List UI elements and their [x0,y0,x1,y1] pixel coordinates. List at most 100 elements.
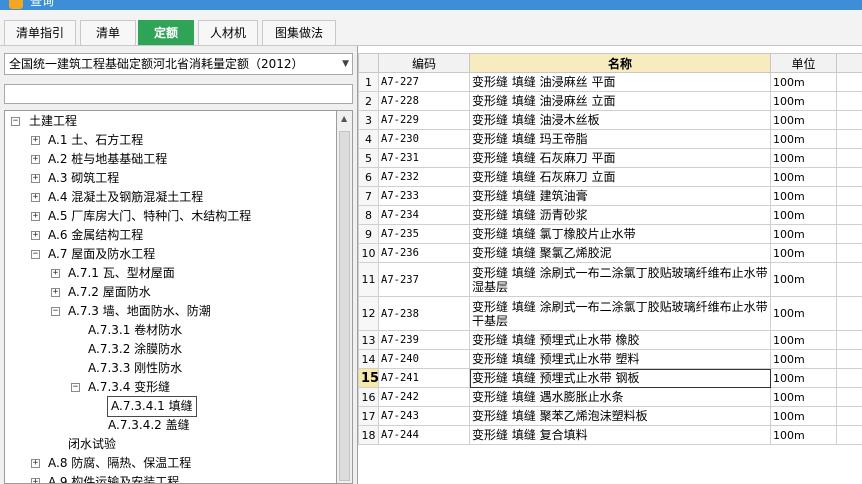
row-index[interactable]: 12 [358,296,379,331]
code-cell[interactable]: A7-233 [378,186,470,206]
tree-node[interactable]: A.4 混凝土及钢筋混凝土工程 [48,188,203,207]
name-cell[interactable]: 变形缝 填缝 油浸麻丝 平面 [469,72,771,92]
row-index[interactable]: 8 [358,205,379,225]
code-cell[interactable]: A7-232 [378,167,470,187]
row-index[interactable]: 15 [358,368,379,388]
scroll-thumb[interactable] [339,131,350,481]
expand-icon[interactable]: + [31,231,40,240]
unit-cell[interactable]: 100m [770,148,837,168]
row-index[interactable]: 18 [358,425,379,445]
code-cell[interactable]: A7-243 [378,406,470,426]
name-cell[interactable]: 变形缝 填缝 建筑油膏 [469,186,771,206]
name-cell[interactable]: 变形缝 填缝 涂刷式一布二涂氯丁胶贴玻璃纤维布止水带 干基层 [469,296,771,331]
row-index[interactable]: 1 [358,72,379,92]
expand-icon[interactable]: + [31,174,40,183]
tree-node[interactable]: A.7.3.4 变形缝 [88,378,170,397]
column-header-name[interactable]: 名称 [469,53,771,73]
row-index[interactable]: 5 [358,148,379,168]
code-cell[interactable]: A7-242 [378,387,470,407]
code-cell[interactable]: A7-228 [378,91,470,111]
name-cell[interactable]: 变形缝 填缝 石灰麻刀 立面 [469,167,771,187]
table-row[interactable]: 16 A7-242 变形缝 填缝 遇水膨胀止水条 100m [358,387,862,407]
unit-cell[interactable]: 100m [770,110,837,130]
tree-node[interactable]: A.7.1 瓦、型材屋面 [68,264,175,283]
row-index[interactable]: 14 [358,349,379,369]
name-cell[interactable]: 变形缝 填缝 聚氯乙烯胶泥 [469,243,771,263]
expand-icon[interactable]: + [31,155,40,164]
name-cell[interactable]: 变形缝 填缝 油浸木丝板 [469,110,771,130]
row-index[interactable]: 3 [358,110,379,130]
unit-cell[interactable]: 100m [770,224,837,244]
code-cell[interactable]: A7-237 [378,262,470,297]
code-cell[interactable]: A7-236 [378,243,470,263]
scroll-up-icon[interactable]: ▲ [341,114,347,123]
collapse-icon[interactable]: − [71,383,80,392]
unit-cell[interactable]: 100m [770,91,837,111]
table-row[interactable]: 11 A7-237 变形缝 填缝 涂刷式一布二涂氯丁胶贴玻璃纤维布止水带 湿基层 10… [358,262,862,297]
dropdown-arrow-icon[interactable]: ▼ [342,54,349,74]
tree-node[interactable]: 闭水试验 [68,435,116,454]
table-row[interactable]: 2 A7-228 变形缝 填缝 油浸麻丝 立面 100m [358,91,862,111]
tree-node[interactable]: A.7.3.4.1 填缝 [107,396,197,417]
code-cell[interactable]: A7-231 [378,148,470,168]
name-cell[interactable]: 变形缝 填缝 复合填料 [469,425,771,445]
expand-icon[interactable]: + [31,193,40,202]
tab-quota[interactable]: 定额 [138,20,194,45]
tree-search-input[interactable] [4,84,353,104]
unit-cell[interactable]: 100m [770,167,837,187]
tree-node[interactable]: A.1 土、石方工程 [48,131,143,150]
expand-icon[interactable]: + [51,269,60,278]
row-index[interactable]: 2 [358,91,379,111]
unit-cell[interactable]: 100m [770,72,837,92]
unit-cell[interactable]: 100m [770,129,837,149]
unit-cell[interactable]: 100m [770,296,837,331]
table-row[interactable]: 5 A7-231 变形缝 填缝 石灰麻刀 平面 100m [358,148,862,168]
code-cell[interactable]: A7-238 [378,296,470,331]
row-index[interactable]: 17 [358,406,379,426]
table-row[interactable]: 4 A7-230 变形缝 填缝 玛王帝脂 100m [358,129,862,149]
code-cell[interactable]: A7-227 [378,72,470,92]
quota-library-select[interactable]: 全国统一建筑工程基础定额河北省消耗量定额（2012） ▼ [4,53,353,75]
name-cell[interactable]: 变形缝 填缝 遇水膨胀止水条 [469,387,771,407]
table-row[interactable]: 9 A7-235 变形缝 填缝 氯丁橡胶片止水带 100m [358,224,862,244]
name-cell[interactable]: 变形缝 填缝 沥青砂浆 [469,205,771,225]
name-cell[interactable]: 变形缝 填缝 预埋式止水带 塑料 [469,349,771,369]
tree-node[interactable]: A.3 砌筑工程 [48,169,119,188]
tree-node[interactable]: A.7 屋面及防水工程 [48,245,155,264]
unit-cell[interactable]: 100m [770,205,837,225]
tab-bill-guide[interactable]: 清单指引 [4,20,76,45]
table-row[interactable]: 17 A7-243 变形缝 填缝 聚苯乙烯泡沫塑料板 100m [358,406,862,426]
expand-icon[interactable]: + [31,212,40,221]
table-row[interactable]: 7 A7-233 变形缝 填缝 建筑油膏 100m [358,186,862,206]
tree-node[interactable]: A.7.3.4.2 盖缝 [108,416,190,435]
expand-icon[interactable]: + [31,459,40,468]
unit-cell[interactable]: 100m [770,406,837,426]
tree-scrollbar[interactable]: ▲ [336,110,353,484]
column-header-code[interactable]: 编码 [378,53,470,73]
name-cell[interactable]: 变形缝 填缝 预埋式止水带 钢板 [469,368,771,388]
tree-node[interactable]: A.5 厂库房大门、特种门、木结构工程 [48,207,251,226]
row-index[interactable]: 4 [358,129,379,149]
name-cell[interactable]: 变形缝 填缝 石灰麻刀 平面 [469,148,771,168]
row-index[interactable]: 6 [358,167,379,187]
table-row[interactable]: 1 A7-227 变形缝 填缝 油浸麻丝 平面 100m [358,72,862,92]
code-cell[interactable]: A7-239 [378,330,470,350]
code-cell[interactable]: A7-229 [378,110,470,130]
tree-node[interactable]: A.7.3.2 涂膜防水 [88,340,182,359]
name-cell[interactable]: 变形缝 填缝 涂刷式一布二涂氯丁胶贴玻璃纤维布止水带 湿基层 [469,262,771,297]
code-cell[interactable]: A7-241 [378,368,470,388]
row-index[interactable]: 11 [358,262,379,297]
tree-node[interactable]: A.7.3.3 刚性防水 [88,359,182,378]
code-cell[interactable]: A7-244 [378,425,470,445]
table-row[interactable]: 13 A7-239 变形缝 填缝 预埋式止水带 橡胶 100m [358,330,862,350]
tree-node[interactable]: A.8 防腐、隔热、保温工程 [48,454,191,473]
tree-node[interactable]: A.6 金属结构工程 [48,226,143,245]
tree-node[interactable]: A.7.2 屋面防水 [68,283,151,302]
table-row[interactable]: 3 A7-229 变形缝 填缝 油浸木丝板 100m [358,110,862,130]
name-cell[interactable]: 变形缝 填缝 氯丁橡胶片止水带 [469,224,771,244]
table-row[interactable]: 18 A7-244 变形缝 填缝 复合填料 100m [358,425,862,445]
code-cell[interactable]: A7-235 [378,224,470,244]
collapse-icon[interactable]: − [31,250,40,259]
unit-cell[interactable]: 100m [770,186,837,206]
name-cell[interactable]: 变形缝 填缝 玛王帝脂 [469,129,771,149]
